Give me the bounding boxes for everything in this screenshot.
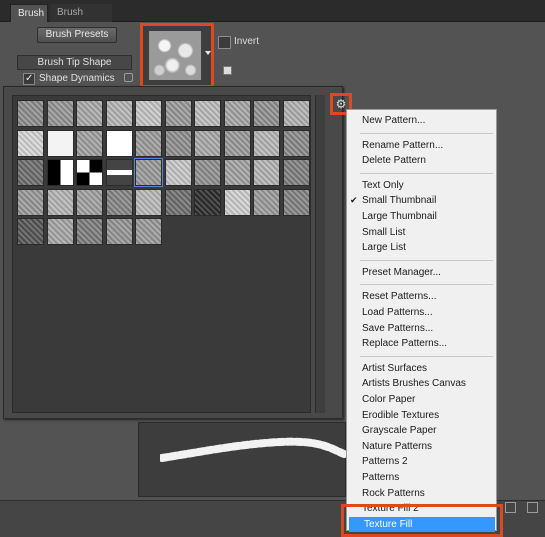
pattern-swatch[interactable] bbox=[282, 129, 310, 157]
brush-tip-shape-item[interactable]: Brush Tip Shape bbox=[17, 55, 132, 70]
pattern-swatch[interactable] bbox=[253, 100, 280, 127]
pattern-swatch[interactable] bbox=[46, 129, 74, 157]
pattern-swatch[interactable] bbox=[135, 188, 162, 216]
pattern-swatch[interactable] bbox=[17, 100, 44, 127]
pattern-swatch[interactable] bbox=[76, 159, 103, 186]
shape-dynamics-item[interactable]: Shape Dynamics bbox=[17, 71, 137, 86]
pattern-swatch[interactable] bbox=[164, 100, 192, 127]
menu-item[interactable]: Reset Patterns... bbox=[347, 289, 496, 304]
menu-item[interactable]: Artist Surfaces bbox=[347, 361, 496, 376]
pattern-swatch[interactable] bbox=[17, 188, 44, 216]
menu-item[interactable]: Text Only bbox=[347, 178, 496, 193]
pattern-picker-well[interactable] bbox=[140, 23, 214, 88]
pattern-swatch[interactable] bbox=[46, 188, 74, 216]
pattern-swatch[interactable] bbox=[282, 159, 310, 186]
highlight-annotation-frame bbox=[341, 504, 503, 537]
menu-item[interactable]: Large List bbox=[347, 240, 496, 255]
pattern-swatch[interactable] bbox=[164, 129, 192, 157]
menu-item[interactable]: Load Patterns... bbox=[347, 305, 496, 320]
tab-brush-presets[interactable]: Brush Presets bbox=[50, 4, 112, 36]
menu-item[interactable]: Grayscale Paper bbox=[347, 423, 496, 438]
menu-item[interactable]: Patterns 2 bbox=[347, 454, 496, 469]
pattern-swatch-grid bbox=[12, 95, 311, 413]
pattern-swatch[interactable] bbox=[282, 188, 310, 216]
pattern-swatch[interactable] bbox=[76, 188, 103, 216]
pattern-swatch[interactable] bbox=[282, 100, 310, 127]
pattern-swatch[interactable] bbox=[46, 218, 74, 245]
pattern-swatch[interactable] bbox=[17, 129, 44, 157]
pattern-swatch[interactable] bbox=[46, 159, 74, 186]
menu-item[interactable]: Save Patterns... bbox=[347, 321, 496, 336]
menu-item[interactable]: Patterns bbox=[347, 470, 496, 485]
pattern-swatch[interactable] bbox=[253, 159, 280, 186]
menu-item[interactable]: Preset Manager... bbox=[347, 265, 496, 280]
pattern-swatch[interactable] bbox=[76, 218, 103, 245]
pattern-swatch[interactable] bbox=[223, 159, 251, 186]
menu-separator bbox=[360, 259, 493, 261]
pattern-swatch[interactable] bbox=[46, 100, 74, 127]
shape-dynamics-checkbox[interactable] bbox=[23, 71, 35, 86]
invert-checkbox[interactable] bbox=[218, 36, 231, 49]
pattern-swatch[interactable] bbox=[17, 159, 44, 186]
create-brush-icon[interactable] bbox=[505, 502, 516, 513]
pattern-swatch[interactable] bbox=[105, 129, 133, 157]
pattern-swatch[interactable] bbox=[194, 100, 221, 127]
pattern-swatch[interactable] bbox=[164, 159, 192, 186]
menu-item[interactable]: New Pattern... bbox=[347, 113, 496, 128]
menu-item[interactable]: Nature Patterns bbox=[347, 439, 496, 454]
lock-icon[interactable] bbox=[124, 73, 133, 82]
brush-presets-button[interactable]: Brush Presets bbox=[37, 27, 117, 43]
pattern-swatch[interactable] bbox=[253, 129, 280, 157]
pattern-swatch[interactable] bbox=[17, 218, 44, 245]
pattern-swatch[interactable] bbox=[253, 188, 280, 216]
menu-item[interactable]: Artists Brushes Canvas bbox=[347, 376, 496, 391]
menu-item[interactable]: Large Thumbnail bbox=[347, 209, 496, 224]
menu-separator bbox=[360, 132, 493, 134]
new-preset-icon[interactable] bbox=[223, 66, 232, 75]
menu-item[interactable]: Small List bbox=[347, 225, 496, 240]
picker-scrollbar[interactable] bbox=[315, 95, 325, 413]
pattern-swatch[interactable] bbox=[135, 100, 162, 127]
pattern-swatch[interactable] bbox=[105, 188, 133, 216]
menu-item[interactable]: Small Thumbnail bbox=[347, 193, 496, 208]
menu-separator bbox=[360, 355, 493, 357]
menu-item[interactable]: Rock Patterns bbox=[347, 486, 496, 501]
pattern-swatch[interactable] bbox=[76, 100, 103, 127]
menu-item[interactable]: Delete Pattern bbox=[347, 153, 496, 168]
menu-item[interactable]: Color Paper bbox=[347, 392, 496, 407]
panel-tab-bar: Brush Brush Presets bbox=[0, 0, 545, 36]
pattern-swatch[interactable] bbox=[135, 218, 162, 245]
menu-item[interactable]: Rename Pattern... bbox=[347, 138, 496, 153]
shape-dynamics-label: Shape Dynamics bbox=[39, 73, 115, 84]
pattern-swatch[interactable] bbox=[105, 159, 133, 186]
pattern-swatch[interactable] bbox=[223, 188, 251, 216]
menu-item[interactable]: Replace Patterns... bbox=[347, 336, 496, 351]
pattern-thumbnail bbox=[149, 31, 201, 80]
tab-brush[interactable]: Brush bbox=[10, 4, 48, 22]
pattern-options-menu: New Pattern... Rename Pattern... Delete Pa… bbox=[346, 109, 497, 532]
pattern-swatch[interactable] bbox=[223, 129, 251, 157]
pattern-swatch[interactable] bbox=[164, 188, 192, 216]
pattern-swatch[interactable] bbox=[105, 100, 133, 127]
pattern-swatch[interactable] bbox=[76, 129, 103, 157]
pattern-swatch[interactable] bbox=[135, 129, 162, 157]
pattern-swatch[interactable] bbox=[194, 159, 221, 186]
trash-icon[interactable] bbox=[527, 502, 538, 513]
menu-separator bbox=[360, 284, 493, 286]
pattern-swatch[interactable] bbox=[223, 100, 251, 127]
menu-item[interactable]: Erodible Textures bbox=[347, 408, 496, 423]
pattern-swatch[interactable] bbox=[134, 158, 163, 187]
pattern-swatch[interactable] bbox=[105, 218, 133, 245]
chevron-down-icon[interactable] bbox=[205, 51, 211, 55]
pattern-swatch[interactable] bbox=[194, 129, 221, 157]
invert-label: Invert bbox=[234, 36, 260, 47]
brush-stroke-graphic bbox=[160, 437, 346, 462]
menu-separator bbox=[360, 172, 493, 174]
pattern-picker-popup: ⚙ bbox=[3, 86, 352, 419]
pattern-swatch[interactable] bbox=[194, 188, 221, 216]
